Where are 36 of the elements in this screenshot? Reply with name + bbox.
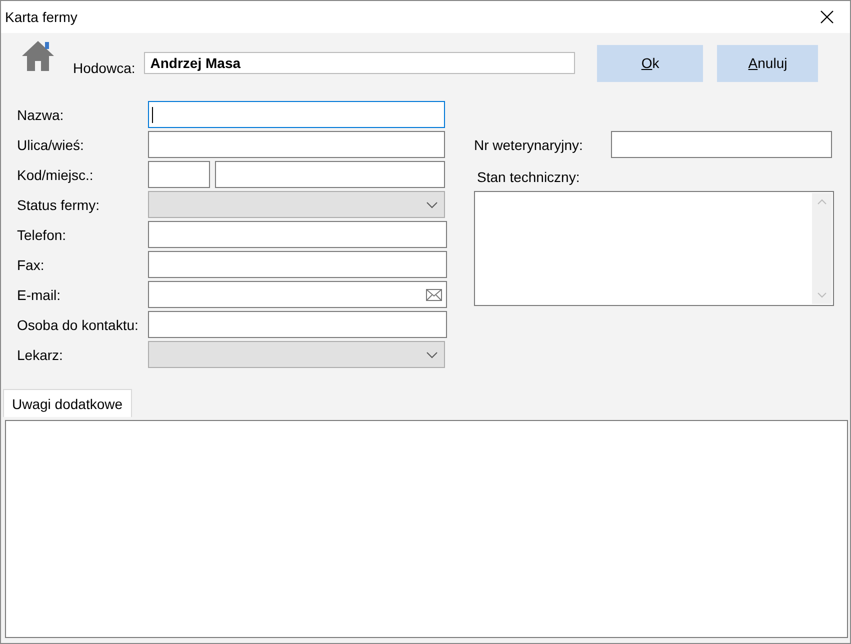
field-label: Telefon: bbox=[17, 226, 68, 242]
cancel-button[interactable]: Anuluj bbox=[717, 44, 818, 82]
window-title: Karta fermy bbox=[5, 9, 78, 25]
input-field[interactable] bbox=[148, 101, 445, 128]
field-label: Nazwa: bbox=[17, 106, 65, 122]
city-field[interactable] bbox=[215, 161, 445, 188]
ok-button[interactable]: Ok bbox=[597, 44, 704, 82]
breeder-field[interactable]: Andrzej Masa bbox=[144, 52, 576, 74]
breeder-label: Hodowca: bbox=[73, 60, 136, 76]
field-label: Fax: bbox=[17, 256, 46, 272]
input-field[interactable] bbox=[148, 251, 447, 278]
field-label: Kod/miejsc.: bbox=[17, 166, 94, 182]
chevron-down-icon bbox=[426, 200, 438, 208]
postal-code-field[interactable] bbox=[148, 161, 210, 188]
input-field[interactable] bbox=[148, 311, 447, 338]
scroll-down-icon bbox=[817, 292, 827, 298]
scroll-up-icon bbox=[817, 199, 827, 205]
field-label: Stan techniczny: bbox=[477, 169, 581, 185]
close-icon bbox=[820, 10, 834, 24]
house-icon bbox=[21, 39, 55, 73]
field-label: Lekarz: bbox=[17, 346, 64, 362]
email-field[interactable] bbox=[148, 281, 447, 308]
tab[interactable]: Uwagi dodatkowe bbox=[3, 389, 132, 417]
field-label: Nr weterynaryjny: bbox=[474, 136, 584, 152]
field-label: E-mail: bbox=[17, 286, 62, 302]
field-label: Status fermy: bbox=[17, 196, 100, 212]
field-label: Osoba do kontaktu: bbox=[17, 316, 140, 332]
field-label: Ulica/wieś: bbox=[17, 136, 85, 152]
input-field[interactable] bbox=[611, 131, 832, 158]
input-field[interactable] bbox=[148, 131, 445, 158]
scrollbar[interactable] bbox=[812, 193, 832, 304]
text-area[interactable] bbox=[474, 191, 834, 306]
text-cursor bbox=[152, 106, 153, 122]
envelope-icon bbox=[426, 288, 442, 300]
input-field[interactable] bbox=[148, 221, 447, 248]
chevron-down-icon bbox=[426, 350, 438, 358]
